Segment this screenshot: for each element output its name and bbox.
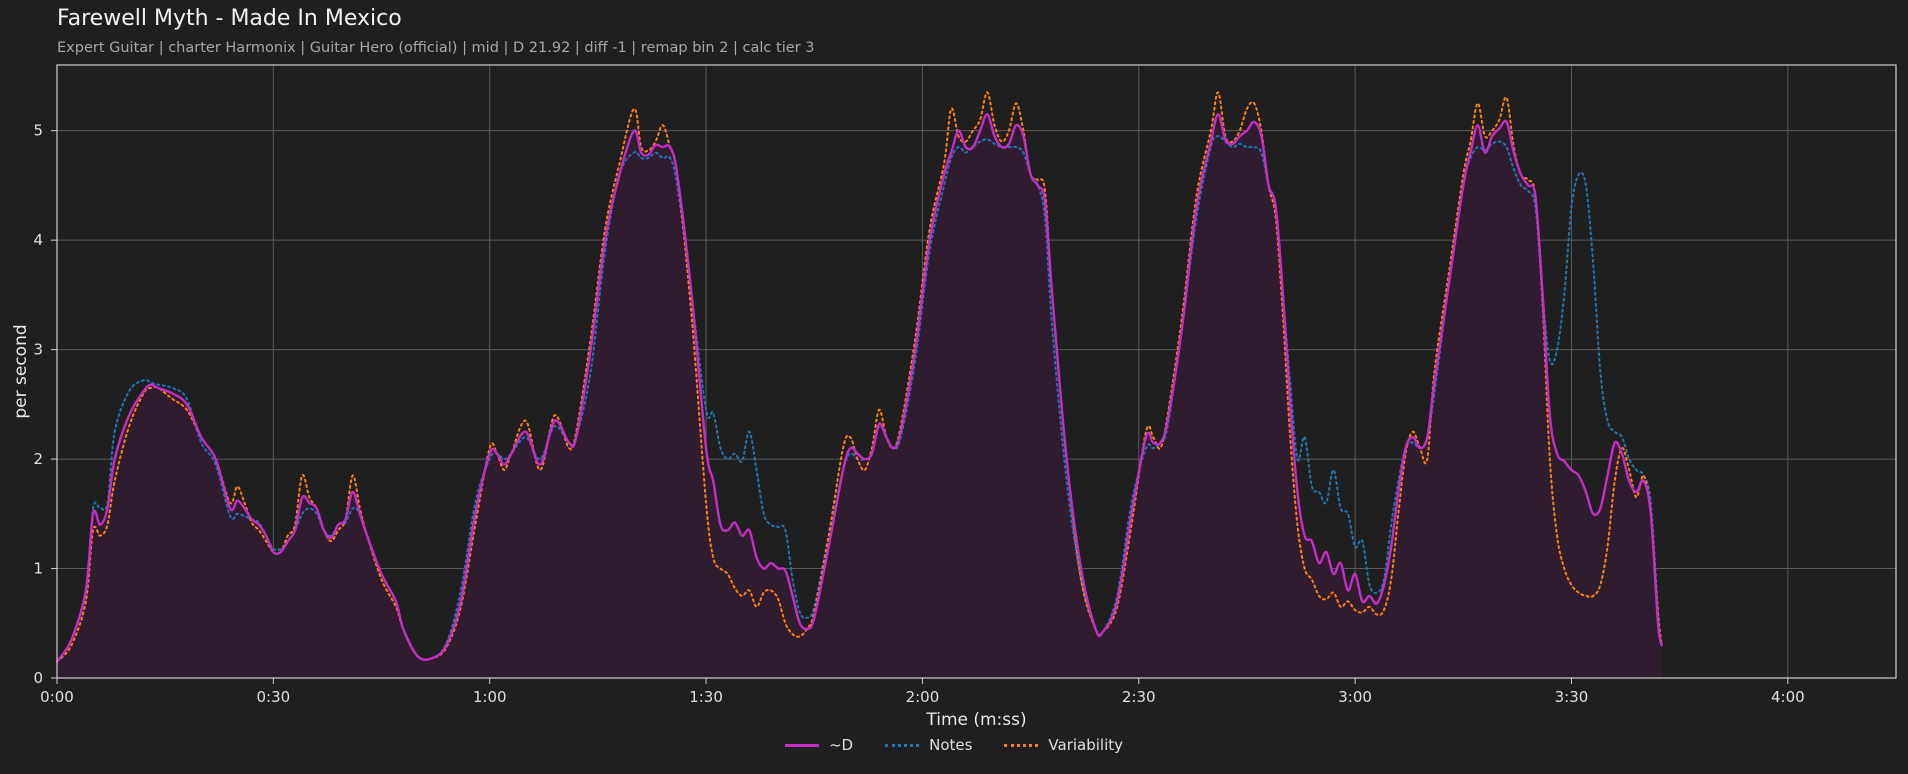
legend-entry-variability: Variability — [1004, 736, 1123, 754]
y-tick-label: 0 — [33, 669, 43, 687]
x-tick-label: 3:30 — [1555, 688, 1589, 706]
y-tick-label: 5 — [33, 122, 43, 140]
legend-entry-notes: Notes — [885, 736, 972, 754]
x-tick-label: 2:30 — [1122, 688, 1156, 706]
legend-entry-d: ~D — [784, 736, 854, 754]
x-tick-label: 3:00 — [1338, 688, 1372, 706]
legend-label-notes: Notes — [929, 736, 973, 754]
chart-plot: 0:00 0:30 1:00 1:30 2:00 2:30 3:00 3:30 4:00 0 1 2 3… — [11, 64, 1897, 730]
series-fill-d — [57, 114, 1662, 678]
legend-swatch-d — [784, 743, 819, 747]
x-tick-label: 1:30 — [689, 688, 723, 706]
y-axis-label: per second — [11, 324, 31, 418]
x-axis-label: Time (m:ss) — [925, 710, 1026, 730]
x-tick-label: 4:00 — [1771, 688, 1805, 706]
x-tick-label: 1:00 — [473, 688, 507, 706]
legend-swatch-notes — [885, 743, 920, 747]
y-tick-label: 1 — [33, 560, 43, 578]
y-tick-label: 2 — [33, 450, 43, 468]
x-tick-label: 0:30 — [257, 688, 291, 706]
legend-label-variability: Variability — [1048, 736, 1124, 754]
x-tick-label: 0:00 — [40, 688, 74, 706]
y-tick-label: 3 — [33, 341, 43, 359]
legend-swatch-variability — [1004, 743, 1039, 747]
legend: ~D Notes Variability — [0, 736, 1908, 754]
series-layer — [55, 91, 1663, 678]
x-tick-label: 2:00 — [906, 688, 940, 706]
legend-label-d: ~D — [828, 736, 854, 754]
y-tick-label: 4 — [33, 231, 43, 249]
